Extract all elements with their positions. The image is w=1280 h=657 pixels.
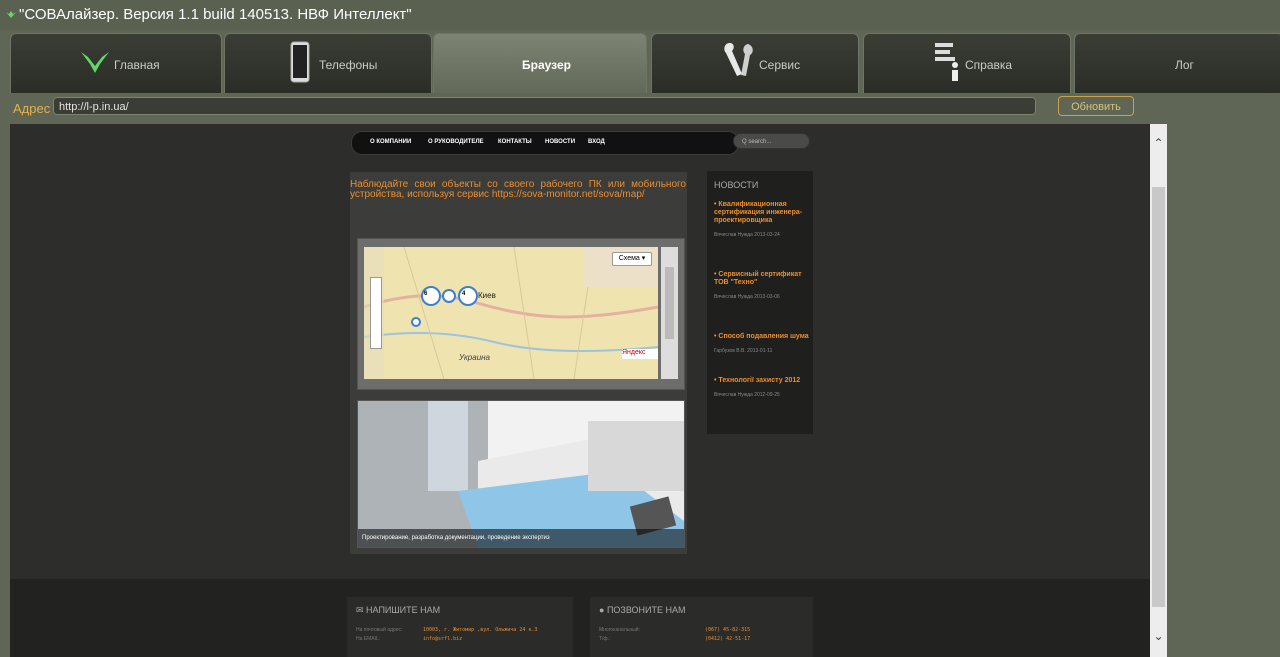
speech-bubble-icon: ● xyxy=(599,605,607,615)
tab-browser[interactable]: Браузер xyxy=(433,33,647,93)
footer-row-value: (0412) 42-51-17 xyxy=(705,636,751,642)
bird-icon xyxy=(81,52,109,73)
map-graphic xyxy=(364,247,658,379)
nav-contacts[interactable]: КОНТАКТЫ xyxy=(498,139,532,145)
map-view[interactable]: 6 4 Киев Украина Яндекс Схема ▾ xyxy=(364,247,658,379)
tab-log[interactable]: Лог xyxy=(1074,33,1280,93)
news-item[interactable]: Способ подавления шума Гарбузов В.В. 201… xyxy=(714,333,810,355)
nav-login[interactable]: ВХОД xyxy=(588,139,605,145)
promo-text: Наблюдайте свои объекты со своего рабоче… xyxy=(350,179,686,200)
news-title[interactable]: Сервисный сертификат ТОВ "Техно" xyxy=(714,271,810,287)
site-nav: О КОМПАНИИ О РУКОВОДИТЕЛЕ КОНТАКТЫ НОВОС… xyxy=(351,131,739,155)
scroll-down-arrow-icon[interactable]: ⌄ xyxy=(1150,629,1167,643)
right-empty-panel xyxy=(1167,124,1280,657)
contact-write-box: ✉ НАПИШИТЕ НАМ На почтовый адрес: 10003,… xyxy=(347,597,573,657)
address-input[interactable]: http://l-p.in.ua/ xyxy=(53,97,1036,115)
tab-home-label: Главная xyxy=(114,58,160,72)
contact-call-box: ● ПОЗВОНИТЕ НАМ Многоканальный: (067) 45… xyxy=(590,597,813,657)
browser-viewport[interactable]: О КОМПАНИИ О РУКОВОДИТЕЛЕ КОНТАКТЫ НОВОС… xyxy=(10,124,1167,657)
footer-row-key: Т/ф.: xyxy=(599,636,611,642)
call-heading: ● ПОЗВОНИТЕ НАМ xyxy=(599,605,686,615)
site-footer: ✉ НАПИШИТЕ НАМ На почтовый адрес: 10003,… xyxy=(10,579,1167,657)
footer-row: На почтовый адрес: 10003, г. Житомир ,ву… xyxy=(356,627,537,633)
tab-browser-label: Браузер xyxy=(522,58,571,72)
photo-caption: Проектирование, разработка документации,… xyxy=(358,529,684,547)
news-title[interactable]: Способ подавления шума xyxy=(714,333,810,341)
footer-row-value: (067) 45-82-315 xyxy=(705,627,751,633)
footer-row: Многоканальный: (067) 45-82-315 xyxy=(599,627,750,633)
news-item[interactable]: Квалификационная сертификация инженера-п… xyxy=(714,201,810,239)
tab-home[interactable]: Главная xyxy=(10,33,222,93)
map-scrollbar-thumb[interactable] xyxy=(665,267,674,339)
scroll-up-arrow-icon[interactable]: ⌃ xyxy=(1150,136,1167,150)
site-search-input[interactable]: Q search... xyxy=(733,133,810,149)
footer-row-key: На почтовый адрес: xyxy=(356,627,403,633)
news-meta: Вячеслав Нужда 2013-03-24 xyxy=(714,232,780,238)
tab-log-label: Лог xyxy=(1175,58,1194,72)
news-meta: Гарбузов В.В. 2013-01-11 xyxy=(714,348,773,354)
tab-bar: Главная Телефоны Браузер Сервис Справка … xyxy=(0,30,1280,95)
footer-row: Т/ф.: (0412) 42-51-17 xyxy=(599,636,750,642)
news-meta: Вячеслав Нужда 2013-03-06 xyxy=(714,294,780,300)
browser-scrollbar[interactable]: ⌃ ⌄ xyxy=(1150,124,1167,657)
footer-row-value[interactable]: info@srfl.biz xyxy=(423,636,462,642)
photo-slider: Проектирование, разработка документации,… xyxy=(357,400,685,548)
write-heading-text: НАПИШИТЕ НАМ xyxy=(366,605,441,615)
browser-scrollbar-thumb[interactable] xyxy=(1152,187,1165,607)
tab-help-label: Справка xyxy=(965,58,1013,72)
news-meta: Вячеслав Нужда 2012-09-25 xyxy=(714,392,780,398)
footer-row-key: Многоканальный: xyxy=(599,627,640,633)
map-yandex-logo: Яндекс xyxy=(622,349,646,356)
footer-row: На EMAIL: info@srfl.biz xyxy=(356,636,462,642)
window-title: "СОВАлайзер. Версия 1.1 build 140513. НВ… xyxy=(19,6,412,23)
call-heading-text: ПОЗВОНИТЕ НАМ xyxy=(606,605,686,615)
write-heading: ✉ НАПИШИТЕ НАМ xyxy=(356,605,440,616)
nav-news[interactable]: НОВОСТИ xyxy=(545,139,575,145)
map-marker-count-6[interactable]: 6 xyxy=(424,291,427,297)
tab-service[interactable]: Сервис xyxy=(651,33,859,93)
map-scheme-select[interactable]: Схема ▾ xyxy=(612,252,652,266)
help-info-icon xyxy=(935,43,958,81)
tab-phones[interactable]: Телефоны xyxy=(224,33,432,93)
map-widget: 6 4 Киев Украина Яндекс Схема ▾ xyxy=(357,238,685,390)
nav-director[interactable]: О РУКОВОДИТЕЛЕ xyxy=(428,139,484,145)
refresh-button[interactable]: Обновить xyxy=(1058,96,1134,116)
nav-about[interactable]: О КОМПАНИИ xyxy=(370,139,411,145)
address-bar: Адрес http://l-p.in.ua/ Обновить xyxy=(0,95,1280,123)
map-city-label: Киев xyxy=(478,291,496,300)
title-bar: "СОВАлайзер. Версия 1.1 build 140513. НВ… xyxy=(0,0,1280,30)
address-label: Адрес xyxy=(13,101,51,116)
main-content: Наблюдайте свои объекты со своего рабоче… xyxy=(350,172,687,554)
map-scrollbar[interactable] xyxy=(661,247,678,379)
news-panel: НОВОСТИ Квалификационная сертификация ин… xyxy=(707,171,813,434)
app-owl-icon xyxy=(6,11,16,18)
news-item[interactable]: Сервисный сертификат ТОВ "Техно" Вячесла… xyxy=(714,271,810,301)
footer-row-value: 10003, г. Житомир ,вул. Ольжича 24 к.3 xyxy=(423,627,538,633)
map-scheme-label: Схема xyxy=(618,255,640,262)
wrench-icon xyxy=(724,43,753,76)
news-heading: НОВОСТИ xyxy=(714,180,759,190)
map-marker-count-4[interactable]: 4 xyxy=(462,291,465,297)
tab-service-label: Сервис xyxy=(759,58,801,72)
footer-row-key: На EMAIL: xyxy=(356,636,381,642)
tab-help[interactable]: Справка xyxy=(863,33,1071,93)
tab-phones-label: Телефоны xyxy=(319,58,378,72)
photo-image xyxy=(358,401,684,547)
news-item[interactable]: Технології захисту 2012 Вячеслав Нужда 2… xyxy=(714,377,810,399)
envelope-icon: ✉ xyxy=(356,605,367,615)
news-title[interactable]: Квалификационная сертификация инженера-п… xyxy=(714,201,810,225)
map-region-label: Украина xyxy=(459,353,490,362)
map-zoom-slider[interactable] xyxy=(370,277,382,349)
news-title[interactable]: Технології захисту 2012 xyxy=(714,377,810,385)
phone-icon xyxy=(290,41,310,83)
